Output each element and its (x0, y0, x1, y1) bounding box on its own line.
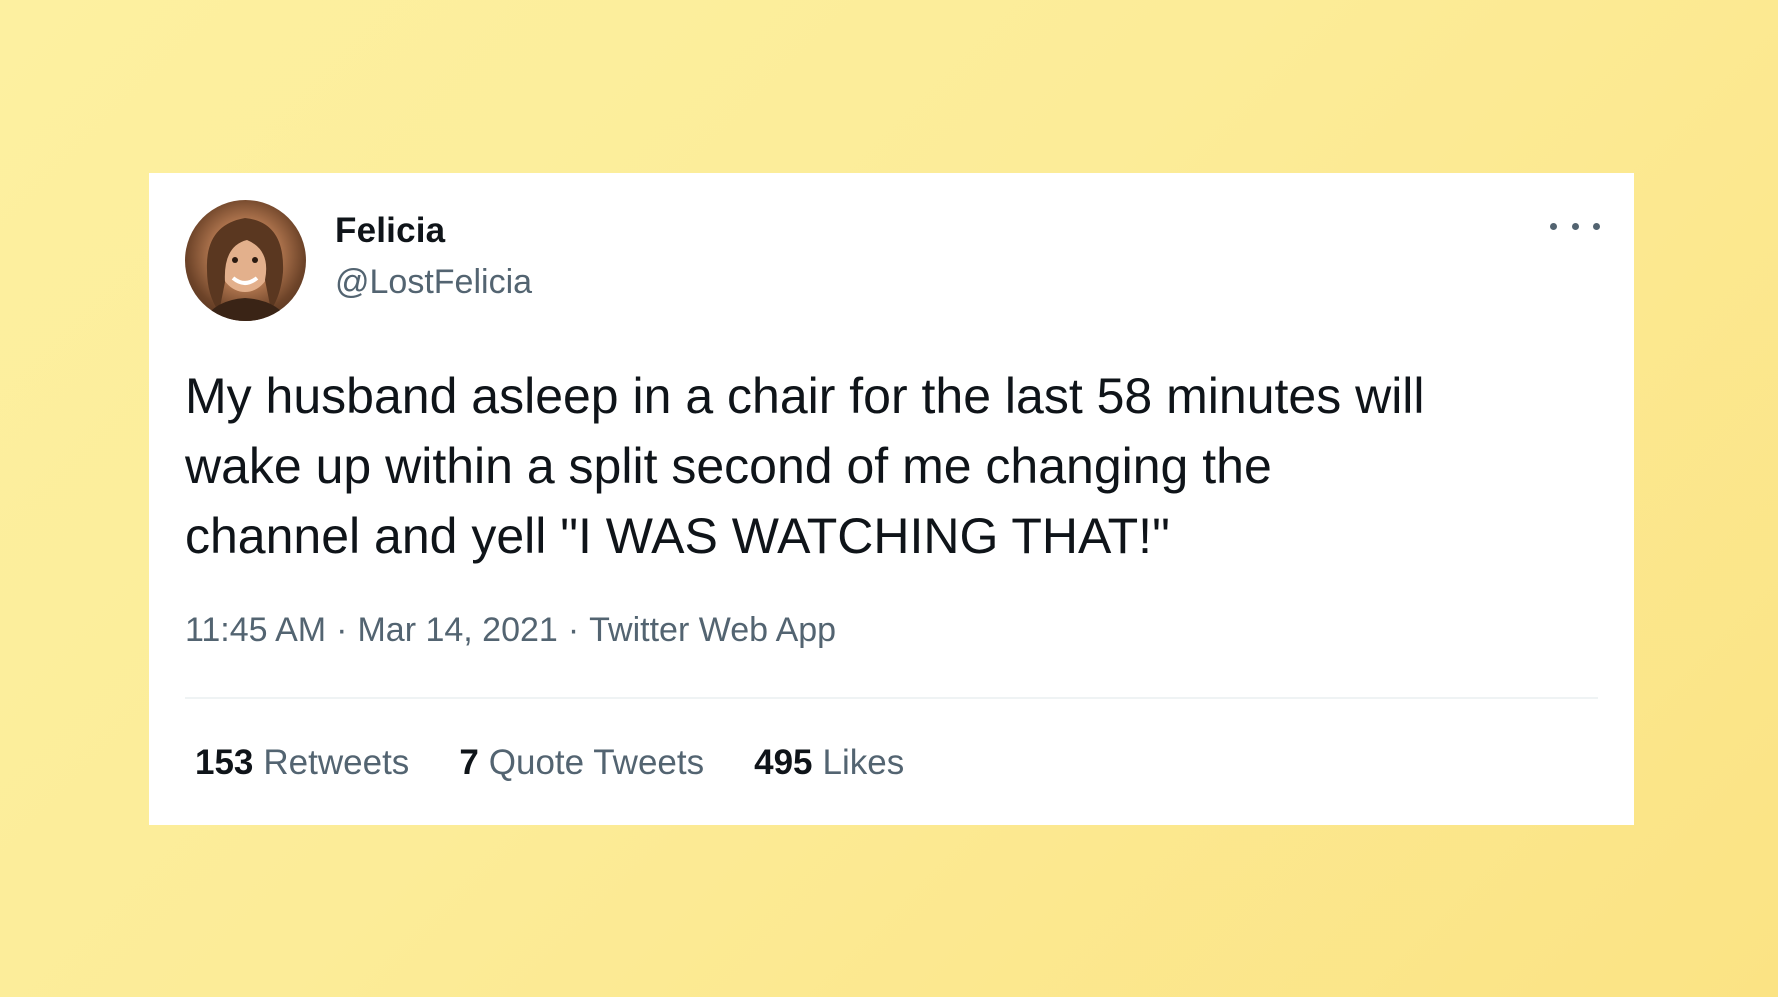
tweet-time[interactable]: 11:45 AM (185, 611, 326, 649)
meta-separator: · (567, 611, 580, 649)
dot (1571, 222, 1579, 230)
quote-tweets-label: Quote Tweets (488, 743, 705, 782)
likes-label: Likes (822, 743, 905, 782)
divider (185, 697, 1598, 699)
avatar[interactable] (185, 200, 306, 321)
retweets-stat[interactable]: 153 Retweets (195, 743, 409, 783)
tweet-source[interactable]: Twitter Web App (589, 611, 836, 649)
display-name[interactable]: Felicia (335, 211, 445, 251)
likes-stat[interactable]: 495 Likes (754, 743, 904, 783)
tweet-text: My husband asleep in a chair for the las… (185, 368, 1425, 564)
quote-tweets-stat[interactable]: 7 Quote Tweets (459, 743, 704, 783)
retweets-label: Retweets (263, 743, 410, 782)
more-options-icon[interactable] (1550, 211, 1600, 241)
tweet-card: Felicia @LostFelicia My husband asleep i… (149, 173, 1634, 825)
quote-tweets-count: 7 (459, 743, 479, 782)
user-handle[interactable]: @LostFelicia (335, 263, 532, 302)
retweets-count: 153 (195, 743, 254, 782)
dot (1550, 222, 1557, 230)
profile-photo-icon (203, 218, 289, 321)
engagement-stats: 153 Retweets 7 Quote Tweets 495 Likes (195, 743, 904, 783)
tweet-date[interactable]: Mar 14, 2021 (357, 611, 557, 649)
meta-separator: · (336, 611, 348, 649)
likes-count: 495 (754, 743, 813, 782)
dot (1593, 222, 1600, 230)
tweet-meta: 11:45 AM · Mar 14, 2021 · Twitter Web App (185, 611, 836, 650)
